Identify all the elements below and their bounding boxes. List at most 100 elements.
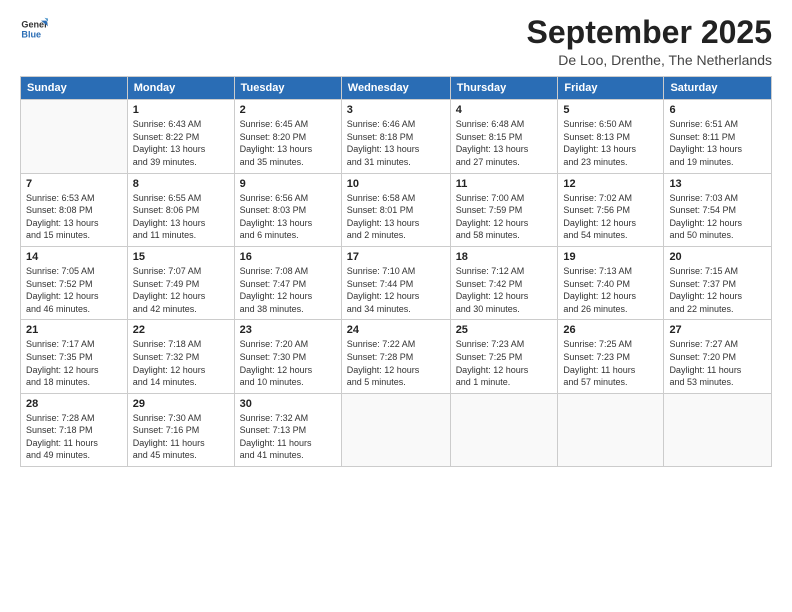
table-row: 21 Sunrise: 7:17 AMSunset: 7:35 PMDayligh… <box>21 320 128 393</box>
day-info: Sunrise: 7:02 AMSunset: 7:56 PMDaylight:… <box>563 192 658 242</box>
table-row: 22 Sunrise: 7:18 AMSunset: 7:32 PMDayligh… <box>127 320 234 393</box>
table-row: 8 Sunrise: 6:55 AMSunset: 8:06 PMDaylight… <box>127 173 234 246</box>
day-info: Sunrise: 7:00 AMSunset: 7:59 PMDaylight:… <box>456 192 553 242</box>
day-number: 27 <box>669 324 766 336</box>
table-row <box>21 100 128 173</box>
table-row: 28 Sunrise: 7:28 AMSunset: 7:18 PMDayligh… <box>21 393 128 466</box>
title-block: September 2025 De Loo, Drenthe, The Neth… <box>527 15 772 68</box>
day-info: Sunrise: 7:28 AMSunset: 7:18 PMDaylight:… <box>26 412 122 462</box>
day-number: 21 <box>26 324 122 336</box>
day-info: Sunrise: 7:07 AMSunset: 7:49 PMDaylight:… <box>133 265 229 315</box>
day-info: Sunrise: 7:15 AMSunset: 7:37 PMDaylight:… <box>669 265 766 315</box>
day-number: 2 <box>240 104 336 116</box>
day-info: Sunrise: 7:30 AMSunset: 7:16 PMDaylight:… <box>133 412 229 462</box>
day-number: 4 <box>456 104 553 116</box>
table-row: 12 Sunrise: 7:02 AMSunset: 7:56 PMDayligh… <box>558 173 664 246</box>
table-row: 25 Sunrise: 7:23 AMSunset: 7:25 PMDayligh… <box>450 320 558 393</box>
table-row: 9 Sunrise: 6:56 AMSunset: 8:03 PMDaylight… <box>234 173 341 246</box>
day-number: 25 <box>456 324 553 336</box>
col-monday: Monday <box>127 77 234 100</box>
table-row: 16 Sunrise: 7:08 AMSunset: 7:47 PMDayligh… <box>234 246 341 319</box>
day-number: 14 <box>26 251 122 263</box>
day-info: Sunrise: 7:20 AMSunset: 7:30 PMDaylight:… <box>240 338 336 388</box>
table-row <box>558 393 664 466</box>
day-info: Sunrise: 7:27 AMSunset: 7:20 PMDaylight:… <box>669 338 766 388</box>
day-info: Sunrise: 7:23 AMSunset: 7:25 PMDaylight:… <box>456 338 553 388</box>
table-row: 13Sunrise: 7:03 AMSunset: 7:54 PMDayligh… <box>664 173 772 246</box>
day-info: Sunrise: 6:46 AMSunset: 8:18 PMDaylight:… <box>347 118 445 168</box>
table-row: 2 Sunrise: 6:45 AMSunset: 8:20 PMDaylight… <box>234 100 341 173</box>
table-row: 27 Sunrise: 7:27 AMSunset: 7:20 PMDayligh… <box>664 320 772 393</box>
day-number: 19 <box>563 251 658 263</box>
col-thursday: Thursday <box>450 77 558 100</box>
col-friday: Friday <box>558 77 664 100</box>
table-row: 17 Sunrise: 7:10 AMSunset: 7:44 PMDayligh… <box>341 246 450 319</box>
logo-icon: General Blue <box>20 15 48 43</box>
day-info: Sunrise: 6:43 AMSunset: 8:22 PMDaylight:… <box>133 118 229 168</box>
day-number: 23 <box>240 324 336 336</box>
day-info: Sunrise: 7:18 AMSunset: 7:32 PMDaylight:… <box>133 338 229 388</box>
day-info: Sunrise: 7:08 AMSunset: 7:47 PMDaylight:… <box>240 265 336 315</box>
day-info: Sunrise: 6:55 AMSunset: 8:06 PMDaylight:… <box>133 192 229 242</box>
day-number: 8 <box>133 178 229 190</box>
day-info: Sunrise: 6:53 AMSunset: 8:08 PMDaylight:… <box>26 192 122 242</box>
day-number: 29 <box>133 398 229 410</box>
table-row <box>450 393 558 466</box>
table-row: 7Sunrise: 6:53 AMSunset: 8:08 PMDaylight… <box>21 173 128 246</box>
table-row: 19 Sunrise: 7:13 AMSunset: 7:40 PMDayligh… <box>558 246 664 319</box>
day-info: Sunrise: 7:10 AMSunset: 7:44 PMDaylight:… <box>347 265 445 315</box>
table-row: 6Sunrise: 6:51 AMSunset: 8:11 PMDaylight… <box>664 100 772 173</box>
day-number: 9 <box>240 178 336 190</box>
col-saturday: Saturday <box>664 77 772 100</box>
table-row: 14Sunrise: 7:05 AMSunset: 7:52 PMDayligh… <box>21 246 128 319</box>
day-number: 13 <box>669 178 766 190</box>
svg-text:Blue: Blue <box>21 29 41 39</box>
col-wednesday: Wednesday <box>341 77 450 100</box>
logo: General Blue <box>20 15 52 43</box>
calendar-table: Sunday Monday Tuesday Wednesday Thursday… <box>20 76 772 467</box>
table-row: 10 Sunrise: 6:58 AMSunset: 8:01 PMDayligh… <box>341 173 450 246</box>
table-row: 20 Sunrise: 7:15 AMSunset: 7:37 PMDayligh… <box>664 246 772 319</box>
table-row: 26Sunrise: 7:25 AMSunset: 7:23 PMDayligh… <box>558 320 664 393</box>
location: De Loo, Drenthe, The Netherlands <box>527 52 772 68</box>
table-row: 29 Sunrise: 7:30 AMSunset: 7:16 PMDayligh… <box>127 393 234 466</box>
day-number: 20 <box>669 251 766 263</box>
table-row: 15 Sunrise: 7:07 AMSunset: 7:49 PMDayligh… <box>127 246 234 319</box>
day-number: 28 <box>26 398 122 410</box>
day-info: Sunrise: 6:45 AMSunset: 8:20 PMDaylight:… <box>240 118 336 168</box>
table-row: 11Sunrise: 7:00 AMSunset: 7:59 PMDayligh… <box>450 173 558 246</box>
day-info: Sunrise: 6:56 AMSunset: 8:03 PMDaylight:… <box>240 192 336 242</box>
table-row <box>341 393 450 466</box>
day-number: 3 <box>347 104 445 116</box>
day-info: Sunrise: 6:48 AMSunset: 8:15 PMDaylight:… <box>456 118 553 168</box>
day-number: 17 <box>347 251 445 263</box>
day-number: 15 <box>133 251 229 263</box>
day-info: Sunrise: 6:58 AMSunset: 8:01 PMDaylight:… <box>347 192 445 242</box>
table-row: 24Sunrise: 7:22 AMSunset: 7:28 PMDayligh… <box>341 320 450 393</box>
table-row: 4 Sunrise: 6:48 AMSunset: 8:15 PMDaylight… <box>450 100 558 173</box>
day-info: Sunrise: 6:50 AMSunset: 8:13 PMDaylight:… <box>563 118 658 168</box>
day-number: 6 <box>669 104 766 116</box>
table-row: 23 Sunrise: 7:20 AMSunset: 7:30 PMDayligh… <box>234 320 341 393</box>
table-row: 18 Sunrise: 7:12 AMSunset: 7:42 PMDayligh… <box>450 246 558 319</box>
table-row: 1 Sunrise: 6:43 AMSunset: 8:22 PMDaylight… <box>127 100 234 173</box>
day-number: 1 <box>133 104 229 116</box>
day-info: Sunrise: 7:17 AMSunset: 7:35 PMDaylight:… <box>26 338 122 388</box>
day-number: 22 <box>133 324 229 336</box>
day-number: 18 <box>456 251 553 263</box>
table-row: 30Sunrise: 7:32 AMSunset: 7:13 PMDayligh… <box>234 393 341 466</box>
day-number: 5 <box>563 104 658 116</box>
day-number: 16 <box>240 251 336 263</box>
day-number: 24 <box>347 324 445 336</box>
day-number: 12 <box>563 178 658 190</box>
table-row <box>664 393 772 466</box>
table-row: 3 Sunrise: 6:46 AMSunset: 8:18 PMDaylight… <box>341 100 450 173</box>
table-row: 5 Sunrise: 6:50 AMSunset: 8:13 PMDaylight… <box>558 100 664 173</box>
day-info: Sunrise: 7:32 AMSunset: 7:13 PMDaylight:… <box>240 412 336 462</box>
calendar-header-row: Sunday Monday Tuesday Wednesday Thursday… <box>21 77 772 100</box>
col-tuesday: Tuesday <box>234 77 341 100</box>
day-info: Sunrise: 7:13 AMSunset: 7:40 PMDaylight:… <box>563 265 658 315</box>
header: General Blue September 2025 De Loo, Dren… <box>20 15 772 68</box>
day-number: 10 <box>347 178 445 190</box>
day-info: Sunrise: 7:12 AMSunset: 7:42 PMDaylight:… <box>456 265 553 315</box>
